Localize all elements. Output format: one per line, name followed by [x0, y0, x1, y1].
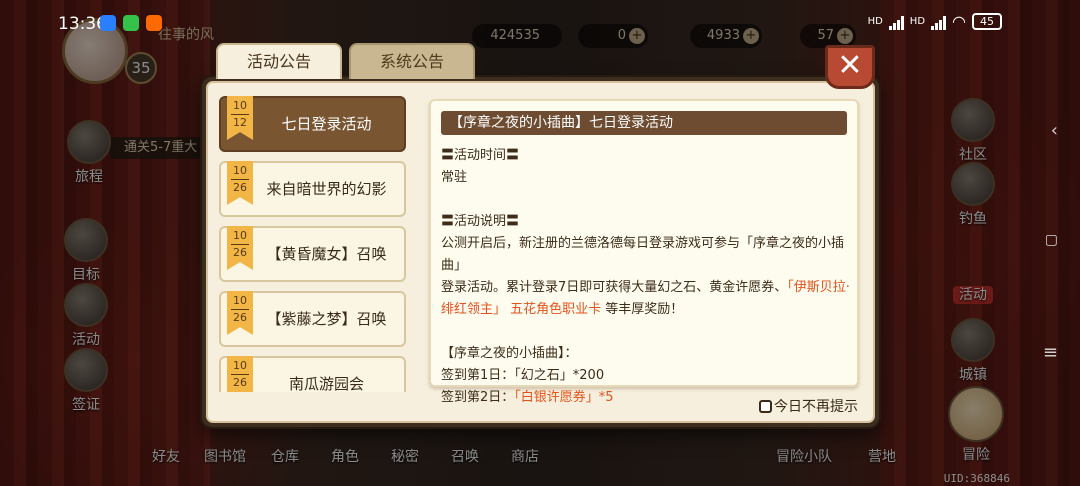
list-item[interactable]: 10 26 南瓜游园会: [219, 356, 406, 392]
date-tag: 10 26: [227, 356, 253, 392]
date-tag: 10 26: [227, 226, 253, 270]
date-tag: 10 26: [227, 161, 253, 205]
date-month: 10: [233, 229, 247, 242]
signal-bars-icon: [888, 14, 904, 30]
list-item[interactable]: 10 26 【黄昏魔女】召唤: [219, 226, 406, 282]
list-item[interactable]: 10 26 来自暗世界的幻影: [219, 161, 406, 217]
date-tag: 10 12: [227, 96, 253, 140]
time-header: 〓活动时间〓: [441, 148, 520, 163]
battery-level: 45: [980, 15, 994, 28]
date-day: 26: [233, 246, 247, 259]
date-tag: 10 26: [227, 291, 253, 335]
date-month: 10: [233, 294, 247, 307]
desc-line-2: 登录活动。累计登录7日即可获得大量幻之石、黄金许愿券、「伊斯贝拉·: [441, 277, 851, 299]
signal-hd-label: HD: [867, 16, 883, 27]
dont-show-today[interactable]: 今日不再提示: [759, 396, 858, 416]
event-title: 【紫藤之梦】召唤: [266, 310, 387, 328]
date-day: 26: [233, 181, 247, 194]
reward-header: 【序章之夜的小插曲】：: [441, 346, 578, 361]
signal-bars-icon-2: [931, 14, 947, 30]
event-list[interactable]: 10 12 七日登录活动 10 26 来自暗世界的幻影 10 26 【黄昏魔女】…: [219, 96, 407, 392]
reward-day-1: 签到第1日：「幻之石」*200: [441, 368, 605, 383]
close-button[interactable]: ✕: [825, 45, 875, 89]
app-notification-icon: [100, 15, 116, 31]
event-title: 七日登录活动: [281, 115, 372, 133]
reward-day-2-highlight: 「白银许愿券」*5: [514, 390, 614, 405]
date-day: 12: [233, 116, 247, 129]
dont-show-checkbox[interactable]: [759, 399, 772, 413]
desc-line-3: 绯红领主」 五花角色职业卡 等丰厚奖励！: [441, 299, 851, 321]
nav-back-icon[interactable]: ‹: [1051, 120, 1058, 141]
date-day: 26: [233, 311, 247, 324]
mi-icon: [146, 15, 162, 31]
reward-day-2-text: 签到第2日：: [441, 390, 515, 405]
nav-menu-icon[interactable]: ≡: [1043, 342, 1058, 363]
event-title: 南瓜游园会: [288, 375, 364, 392]
battery-icon: 45: [972, 13, 1002, 30]
event-title: 【黄昏魔女】召唤: [266, 245, 387, 263]
date-month: 10: [233, 164, 247, 177]
desc-line-3-highlight: 绯红领主」 五花角色职业卡: [441, 302, 602, 317]
date-month: 10: [233, 99, 247, 112]
content-body: 〓活动时间〓 常驻 〓活动说明〓 公测开启后，新注册的兰德洛德每日登录游戏可参与…: [441, 145, 851, 409]
desc-line-3-text: 等丰厚奖励！: [601, 302, 684, 317]
wechat-icon: [123, 15, 139, 31]
list-item[interactable]: 10 12 七日登录活动: [219, 96, 406, 152]
tab-event-announcements[interactable]: 活动公告: [216, 43, 342, 79]
tab-system-announcements[interactable]: 系统公告: [349, 43, 475, 79]
status-icons: HD HD ◠ 45: [868, 12, 1002, 31]
list-item[interactable]: 10 26 【紫藤之梦】召唤: [219, 291, 406, 347]
desc-line-2-text: 登录活动。累计登录7日即可获得大量幻之石、黄金许愿券、: [441, 280, 788, 295]
desc-header: 〓活动说明〓: [441, 214, 520, 229]
content-title: 【序章之夜的小插曲】七日登录活动: [441, 111, 847, 135]
time-value: 常驻: [441, 170, 468, 185]
close-icon: ✕: [837, 48, 863, 83]
nav-home-icon[interactable]: ▢: [1045, 232, 1058, 248]
desc-line-1: 公测开启后，新注册的兰德洛德每日登录游戏可参与「序章之夜的小插曲」: [441, 236, 845, 273]
signal-hd-label-2: HD: [909, 16, 926, 27]
status-bar: 13:36 HD HD ◠ 45: [0, 0, 1080, 44]
desc-line-2-highlight: 「伊斯贝拉·: [787, 280, 850, 295]
date-day: 26: [233, 376, 247, 389]
dont-show-label: 今日不再提示: [774, 399, 858, 415]
wifi-icon: ◠: [952, 12, 966, 31]
date-month: 10: [233, 359, 247, 372]
announcement-content[interactable]: 【序章之夜的小插曲】七日登录活动 〓活动时间〓 常驻 〓活动说明〓 公测开启后，…: [429, 99, 859, 405]
event-title: 来自暗世界的幻影: [266, 180, 387, 198]
